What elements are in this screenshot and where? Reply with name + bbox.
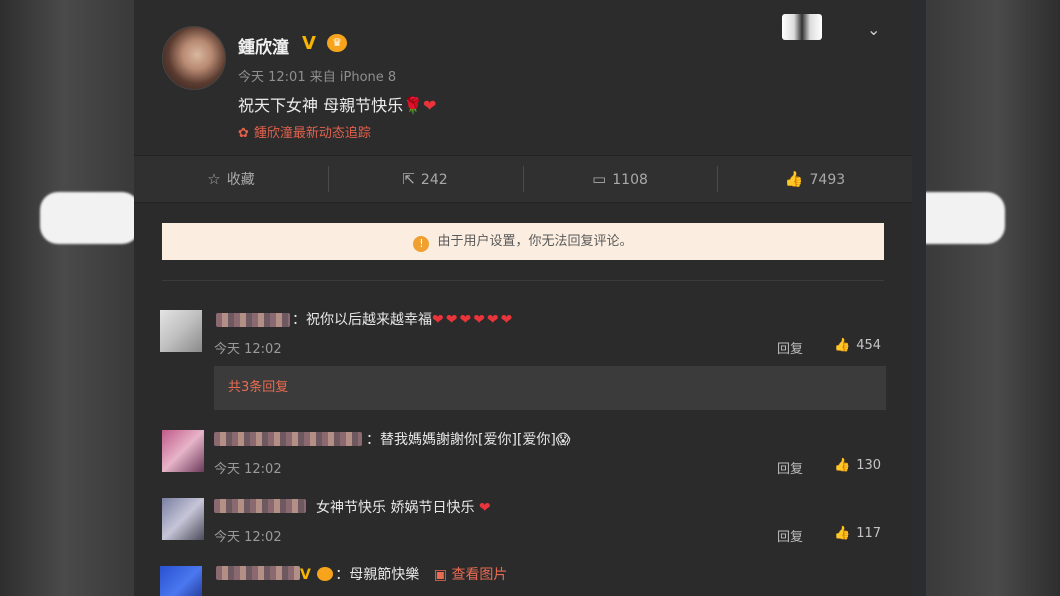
favorite-button[interactable]: ☆ 收藏	[134, 156, 328, 202]
post-time[interactable]: 今天 12:01	[238, 70, 306, 85]
comment-like-count: 130	[856, 458, 882, 473]
post-text-body: 祝天下女神 母親节快乐	[238, 96, 404, 115]
post-header: 鍾欣潼 V ♛ 今天 12:01 来自 iPhone 8 祝天下女神 母親节快乐…	[134, 0, 912, 155]
reply-button[interactable]: 回复	[777, 526, 803, 545]
commenter-name-redacted[interactable]	[214, 432, 362, 446]
notice-text: 由于用户设置，你无法回复评论。	[437, 234, 633, 249]
commenter-name-redacted[interactable]	[214, 499, 306, 513]
comment-body: ：祝你以后越来越幸福	[292, 312, 432, 328]
comment-text: 女神节快乐 娇娲节日快乐 ❤	[316, 497, 493, 517]
thumbs-up-icon: 👍	[784, 170, 804, 188]
share-icon: ⇱	[402, 170, 415, 188]
view-image-label: 查看图片	[451, 567, 508, 583]
divider	[162, 280, 884, 281]
background-strip-right	[912, 0, 926, 596]
author-name[interactable]: 鍾欣潼	[238, 33, 289, 58]
comment-time[interactable]: 今天 12:02	[214, 458, 282, 477]
tracking-link-label: 鍾欣潼最新动态追踪	[253, 126, 371, 141]
background-pill-left	[40, 192, 140, 244]
verified-badge-icon: V	[302, 33, 316, 54]
comment-like-count: 454	[856, 338, 882, 353]
comment-text: V ：母親節快樂 ▣ 查看图片	[300, 564, 507, 584]
reply-restriction-notice: ! 由于用户设置，你无法回复评论。	[162, 223, 884, 260]
commenter-avatar[interactable]	[162, 430, 204, 472]
emoji-icon: 😱	[555, 432, 571, 448]
commenter-avatar[interactable]	[162, 498, 204, 540]
commenter-avatar[interactable]	[160, 310, 202, 352]
vip-crown-icon	[317, 567, 334, 581]
reply-button[interactable]: 回复	[777, 458, 803, 477]
warning-icon: !	[413, 236, 430, 252]
post-meta: 今天 12:01 来自 iPhone 8	[238, 66, 396, 85]
post-text: 祝天下女神 母親节快乐🌹❤	[238, 92, 436, 116]
comment-like-button[interactable]: 👍 117	[834, 526, 881, 541]
weibo-post-panel: 鍾欣潼 V ♛ 今天 12:01 来自 iPhone 8 祝天下女神 母親节快乐…	[134, 0, 912, 596]
action-bar: ☆ 收藏 ⇱ 242 ▭ 1108 👍 7493	[134, 155, 912, 203]
small-avatar-thumbnail	[782, 14, 822, 40]
comment-body: ：母親節快樂	[335, 567, 420, 583]
heart-icon: ❤	[478, 500, 493, 516]
view-image-link[interactable]: ▣ 查看图片	[434, 567, 508, 583]
comment-body: ：替我媽媽謝謝你[爱你][爱你]	[366, 432, 556, 448]
star-icon: ☆	[207, 170, 221, 188]
comment-button[interactable]: ▭ 1108	[523, 156, 717, 202]
author-avatar[interactable]	[162, 26, 226, 90]
tracking-link[interactable]: ✿ 鍾欣潼最新动态追踪	[238, 122, 371, 141]
heart-icon: ❤	[423, 96, 437, 115]
comment-like-button[interactable]: 👍 130	[834, 458, 881, 473]
flower-icon: ✿	[238, 126, 249, 141]
comment-like-button[interactable]: 👍 454	[834, 338, 881, 353]
comment-text: ：祝你以后越来越幸福❤❤❤❤❤❤	[292, 309, 514, 329]
thumbs-up-icon: 👍	[834, 338, 851, 353]
comment-count: 1108	[612, 172, 648, 188]
comment-text: ：替我媽媽謝謝你[爱你][爱你]😱	[366, 429, 570, 449]
verified-badge-icon: V	[300, 567, 311, 583]
commenter-name-redacted[interactable]	[216, 313, 290, 327]
reply-button[interactable]: 回复	[777, 338, 803, 357]
comment-time[interactable]: 今天 12:02	[214, 338, 282, 357]
like-count: 7493	[809, 172, 846, 188]
more-replies-link[interactable]: 共3条回复	[214, 366, 886, 410]
comment-body: 女神节快乐 娇娲节日快乐	[316, 500, 475, 516]
repost-button[interactable]: ⇱ 242	[328, 156, 522, 202]
post-source: 来自 iPhone 8	[309, 70, 397, 85]
favorite-label: 收藏	[226, 172, 255, 188]
repost-count: 242	[420, 172, 448, 188]
thumbs-up-icon: 👍	[834, 458, 851, 473]
comment-like-count: 117	[856, 526, 882, 541]
rose-icon: 🌹	[403, 96, 424, 115]
commenter-name-redacted[interactable]	[216, 566, 300, 580]
chevron-down-icon[interactable]: ⌄	[867, 20, 880, 39]
like-button[interactable]: 👍 7493	[718, 156, 912, 202]
commenter-avatar[interactable]	[160, 566, 202, 596]
comment-icon: ▭	[592, 170, 607, 188]
thumbs-up-icon: 👍	[834, 526, 851, 541]
vip-crown-icon: ♛	[327, 34, 347, 52]
hearts-icon: ❤❤❤❤❤❤	[432, 312, 515, 328]
comment-time[interactable]: 今天 12:02	[214, 526, 282, 545]
